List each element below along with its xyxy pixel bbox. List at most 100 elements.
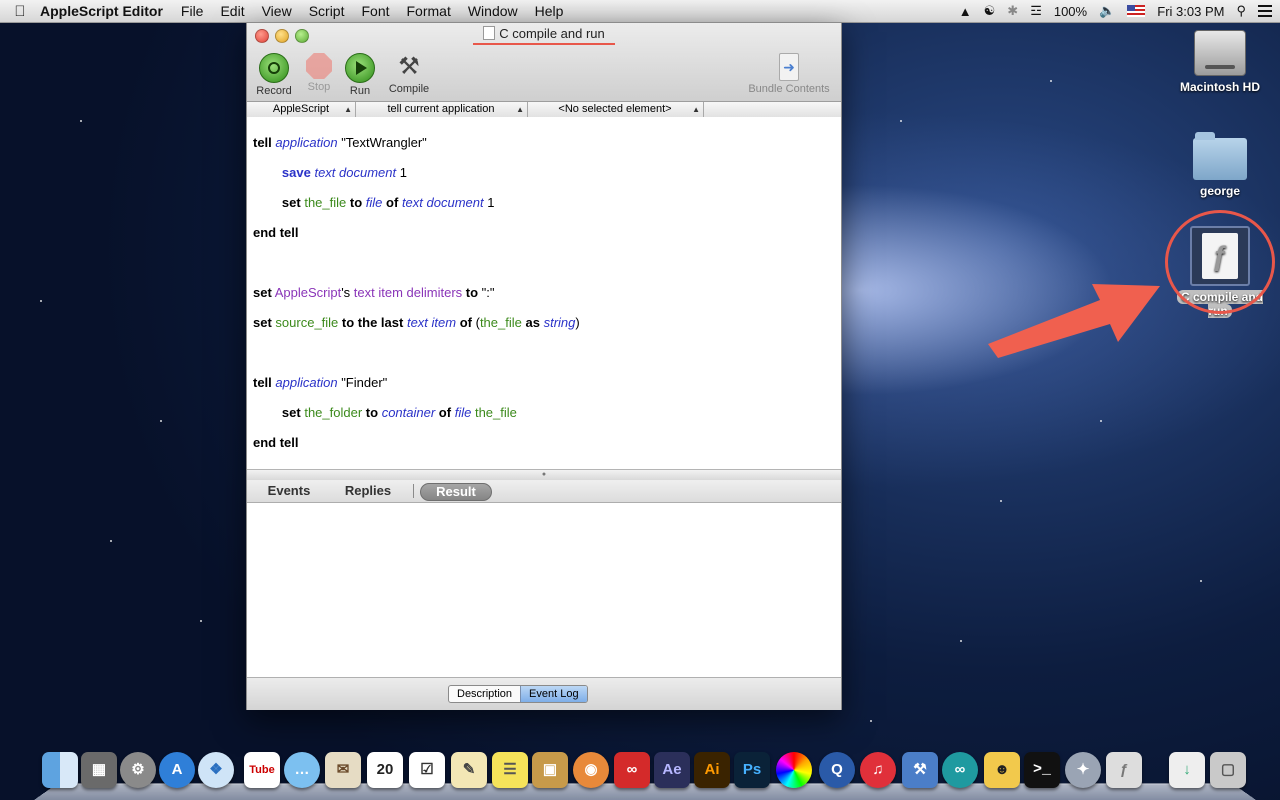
desktop-icon-macintosh-hd[interactable]: Macintosh HD [1165,30,1275,94]
bundle-icon: ➜ [779,53,799,81]
after-effects-icon[interactable]: Ae [654,752,690,788]
battery-status[interactable]: 100% [1054,4,1087,19]
illustrator-icon[interactable]: Ai [694,752,730,788]
menu-help[interactable]: Help [535,3,564,19]
window-title: C compile and run [247,26,841,41]
itunes-icon[interactable]: ♫ [860,752,896,788]
preview-icon[interactable]: ▣ [532,752,568,788]
bottom-bar: Description Event Log [247,677,841,710]
trash-icon[interactable]: ▢ [1210,752,1246,788]
app-store-icon[interactable]: A [159,752,195,788]
bundle-label: Bundle Contents [748,83,830,95]
menu-window[interactable]: Window [468,3,518,19]
itube-icon[interactable]: Tube [244,752,280,788]
arduino-icon[interactable]: ∞ [942,752,978,788]
desktop-icon-label: Macintosh HD [1179,80,1260,94]
menu-view[interactable]: View [262,3,292,19]
hammer-icon: ⚒ [398,53,420,80]
bundle-contents-button[interactable]: ➜ Bundle Contents [739,53,839,95]
log-tabs: Events Replies Result [247,480,841,503]
element-popup[interactable]: <No selected element> ▲ [527,102,704,117]
clock[interactable]: Fri 3:03 PM [1157,4,1224,19]
compile-label: Compile [388,83,430,95]
stop-icon [306,53,332,79]
compile-button[interactable]: ⚒ Compile [385,53,433,95]
downloads-stack-icon[interactable]: ↓ [1169,752,1205,788]
spotlight-search-icon[interactable]: ⚲ [1236,3,1246,19]
creative-cloud-menu-icon[interactable]: ☯ [984,3,996,19]
run-label: Run [349,85,371,97]
dashboard-icon[interactable]: ▦ [81,752,117,788]
creative-cloud-icon[interactable]: ∞ [614,752,650,788]
language-popup-label: AppleScript [272,103,330,115]
navigation-bar: AppleScript ▲ tell current application ▲ <… [247,102,841,118]
run-icon [345,53,375,83]
bluetooth-icon[interactable]: ✱ [1007,3,1018,19]
messages-icon[interactable]: … [284,752,320,788]
desktop-icon-george-folder[interactable]: george [1165,132,1275,198]
google-drive-icon[interactable]: ▲ [959,4,972,19]
window-title-text: C compile and run [499,26,605,41]
applescript-editor-window: C compile and run Record Stop Run ⚒ Compi… [246,22,842,710]
app-menu[interactable]: AppleScript Editor [40,3,163,19]
script-editor-dock-icon[interactable]: ƒ [1106,752,1142,788]
language-popup[interactable]: AppleScript ▲ [247,102,356,117]
stickies-icon[interactable]: ☰ [492,752,528,788]
color-picker-icon[interactable] [776,752,812,788]
tab-events[interactable]: Events [261,483,317,499]
tab-divider [413,484,414,498]
annotation-arrow-icon [988,284,1160,358]
xcode-icon[interactable]: ⚒ [902,752,938,788]
result-pane[interactable] [247,503,841,677]
menu-file[interactable]: File [181,3,204,19]
target-popup-label: tell current application [387,103,495,115]
run-button[interactable]: Run [336,53,384,97]
popup-arrows-icon: ▲ [516,105,524,114]
apple-menu-icon[interactable]:  [0,3,40,20]
event-log-button[interactable]: Event Log [520,686,587,702]
tab-result[interactable]: Result [420,483,492,501]
safari-icon[interactable]: ❖ [198,752,234,788]
wifi-icon[interactable]: ☲ [1030,3,1042,19]
notification-center-icon[interactable] [1258,5,1272,17]
title-annotation-underline [473,43,615,45]
popup-arrows-icon: ▲ [344,105,352,114]
record-button[interactable]: Record [250,53,298,97]
script-editor[interactable]: tell application "TextWrangler" save tex… [247,117,841,469]
volume-icon[interactable]: 🔈 [1099,3,1115,19]
desktop-icon-label: george [1199,184,1240,198]
calendar-icon[interactable]: 20 [367,752,403,788]
tab-replies[interactable]: Replies [339,483,397,499]
reminders-icon[interactable]: ☑ [409,752,445,788]
popup-arrows-icon: ▲ [692,105,700,114]
terminal-icon[interactable]: >_ [1024,752,1060,788]
photoshop-icon[interactable]: Ps [734,752,770,788]
blender-icon[interactable]: ◉ [573,752,609,788]
folder-icon [1193,132,1247,180]
record-icon [259,53,289,83]
menu-format[interactable]: Format [407,3,451,19]
target-popup[interactable]: tell current application ▲ [355,102,528,117]
launchpad-icon[interactable]: ✦ [1065,752,1101,788]
finder-icon[interactable] [42,752,78,788]
menu-bar:  AppleScript Editor File Edit View Scri… [0,0,1280,23]
quicktime-icon[interactable]: Q [819,752,855,788]
annotation-circle [1165,210,1275,314]
menu-edit[interactable]: Edit [220,3,244,19]
hard-drive-icon [1194,30,1246,76]
dock: ▦ ⚙ A ❖ Tube … ✉ 20 ☑ ✎ ☰ ▣ ◉ ∞ Ae Ai Ps… [34,750,1256,800]
description-button[interactable]: Description [449,686,520,702]
element-popup-label: <No selected element> [558,103,672,115]
notes-icon[interactable]: ✎ [451,752,487,788]
cyberduck-icon[interactable]: ☻ [984,752,1020,788]
stop-label: Stop [307,81,331,93]
record-label: Record [256,85,292,97]
description-eventlog-segmented-control: Description Event Log [448,685,588,703]
window-titlebar[interactable]: C compile and run Record Stop Run ⚒ Compi… [247,23,841,102]
document-icon [483,26,496,40]
system-preferences-icon[interactable]: ⚙ [120,752,156,788]
menu-font[interactable]: Font [361,3,389,19]
mail-icon[interactable]: ✉ [325,752,361,788]
input-source-flag-icon[interactable] [1127,5,1146,17]
menu-script[interactable]: Script [309,3,345,19]
